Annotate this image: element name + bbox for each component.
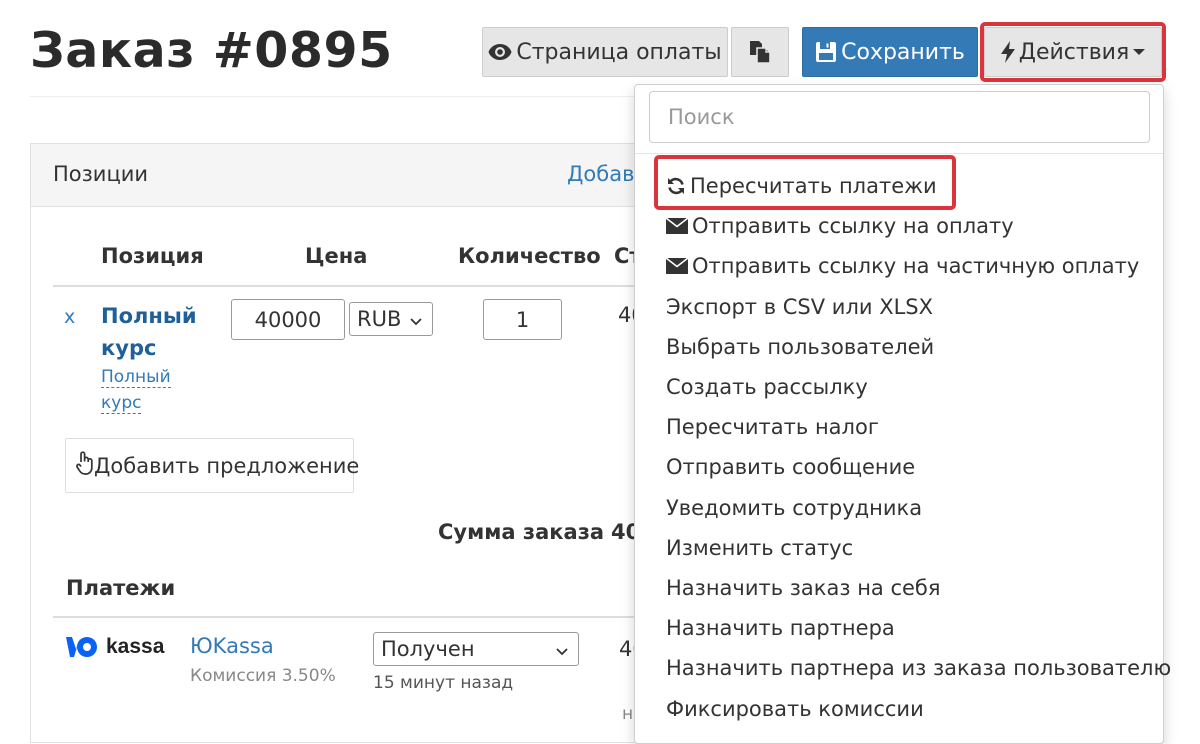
actions-dropdown-menu: Пересчитать платежи Отправить ссылку на … [634, 84, 1171, 744]
add-offer-button[interactable]: Добавить предложение [65, 438, 359, 493]
actions-dropdown-button[interactable]: Действия [984, 27, 1162, 77]
yookassa-logo: kassa [66, 635, 164, 659]
page-title: Заказ #0895 [30, 22, 393, 79]
items-panel-title: Позиции [53, 162, 149, 186]
payment-status-select[interactable]: Получен [373, 632, 579, 666]
envelope-icon [666, 258, 688, 275]
currency-select[interactable]: RUB [349, 302, 433, 336]
order-sum-label: Сумма заказа [438, 520, 605, 544]
actions-label: Действия [1018, 39, 1130, 65]
payment-page-label: Страница оплаты [516, 39, 722, 65]
chevron-down-icon [410, 307, 422, 331]
payment-status-value: Получен [381, 637, 475, 661]
save-button[interactable]: Сохранить [802, 27, 978, 77]
envelope-icon [666, 218, 688, 235]
items-panel-heading: Позиции Добавить [31, 144, 673, 207]
table-header-divider [53, 285, 635, 287]
menu-item-assign-partner-from-order[interactable]: Назначить партнера из заказа пользовател… [635, 648, 1171, 688]
menu-item-assign-to-self[interactable]: Назначить заказ на себя [635, 568, 1163, 608]
menu-item-assign-partner[interactable]: Назначить партнера [635, 608, 1163, 648]
remove-item-button[interactable]: x [64, 306, 75, 328]
pointer-hand-icon [76, 451, 94, 480]
dropdown-divider [635, 153, 1163, 154]
price-input[interactable]: 40000 [231, 299, 345, 340]
menu-item-create-mailing[interactable]: Создать рассылку [635, 367, 1163, 407]
payment-amount: 40 [619, 637, 635, 661]
save-label: Сохранить [841, 39, 965, 65]
menu-item-fix-commissions[interactable]: Фиксировать комиссии [635, 688, 1163, 728]
item-cost: 40000 [618, 303, 635, 327]
payment-time: 15 минут назад [373, 673, 514, 693]
chevron-down-icon [556, 637, 568, 661]
quantity-input[interactable]: 1 [483, 299, 562, 340]
payments-divider [53, 616, 635, 618]
dropdown-items: Пересчитать платежи Отправить ссылку на … [635, 166, 1171, 729]
item-subtitle-link[interactable]: Полный курс [101, 364, 181, 416]
title-divider [30, 96, 635, 97]
payment-provider-link[interactable]: ЮKassa [190, 634, 274, 658]
menu-item-change-status[interactable]: Изменить статус [635, 528, 1163, 568]
menu-item-recalculate-payments[interactable]: Пересчитать платежи [635, 166, 1163, 206]
menu-item-send-partial-payment-link[interactable]: Отправить ссылку на частичную оплату [635, 246, 1163, 286]
copy-button[interactable] [731, 27, 789, 77]
bolt-icon [1000, 41, 1015, 63]
floppy-disk-icon [815, 41, 837, 63]
order-sum-value: 40000 [611, 520, 635, 544]
item-name-link[interactable]: Полный курс [101, 300, 211, 364]
menu-item-send-payment-link[interactable]: Отправить ссылку на оплату [635, 206, 1163, 246]
column-header-quantity: Количество [458, 244, 601, 268]
menu-item-notify-employee[interactable]: Уведомить сотрудника [635, 488, 1163, 528]
copy-icon [749, 40, 771, 64]
payment-page-button[interactable]: Страница оплаты [482, 27, 728, 77]
menu-item-recalculate-tax[interactable]: Пересчитать налог [635, 407, 1163, 447]
dropdown-search-input[interactable] [649, 91, 1150, 143]
currency-value: RUB [357, 307, 402, 331]
menu-item-select-users[interactable]: Выбрать пользователей [635, 327, 1163, 367]
refresh-icon [666, 176, 686, 196]
column-header-item: Позиция [101, 244, 204, 268]
payment-commission: Комиссия 3.50% [190, 666, 336, 686]
eye-icon [488, 43, 512, 61]
menu-item-export-csv-xlsx[interactable]: Экспорт в CSV или XLSX [635, 287, 1163, 327]
add-offer-label: Добавить предложение [94, 453, 360, 478]
caret-down-icon [1133, 48, 1146, 56]
column-header-price: Цена [305, 244, 368, 268]
payments-title: Платежи [66, 576, 176, 600]
menu-item-send-message[interactable]: Отправить сообщение [635, 447, 1163, 487]
